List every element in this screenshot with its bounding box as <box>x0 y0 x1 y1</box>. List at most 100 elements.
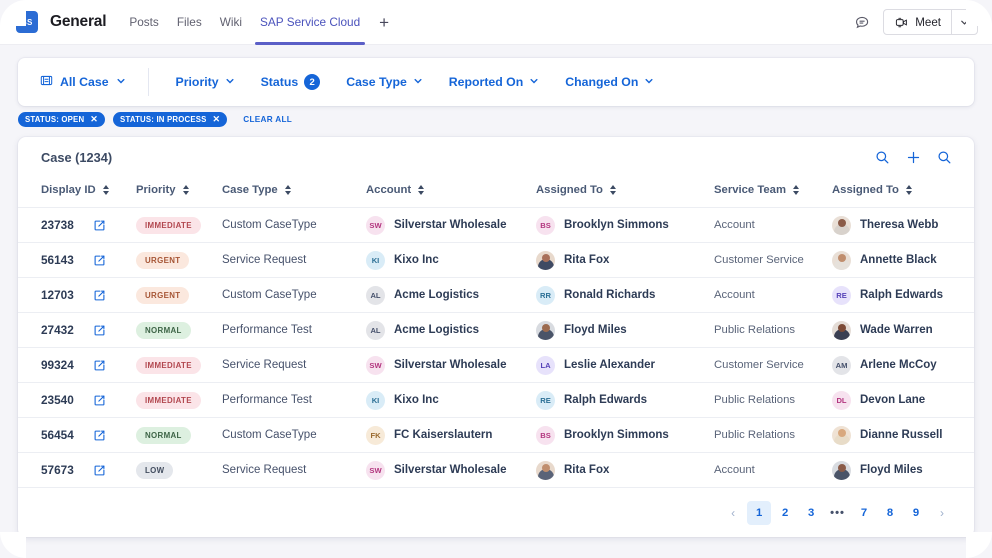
priority-badge: IMMEDIATE <box>136 391 201 409</box>
filter-changed-on[interactable]: Changed On <box>552 75 667 89</box>
column-header-case-type-2[interactable]: Case Type <box>222 178 366 208</box>
table-row[interactable]: 56143 URGENT Service Request KI Kixo Inc Rita… <box>18 242 974 278</box>
plus-icon[interactable] <box>906 150 921 165</box>
pagination-next-button[interactable]: › <box>930 501 954 525</box>
filter-label: Status <box>260 75 299 89</box>
cell-display-id[interactable]: 56143 <box>18 242 136 278</box>
open-case-icon[interactable] <box>93 219 106 232</box>
cell-assigned-to: LA Leslie Alexander <box>536 347 714 383</box>
column-header-account-3[interactable]: Account <box>366 178 536 208</box>
cell-display-id[interactable]: 99324 <box>18 347 136 383</box>
sort-icon[interactable] <box>793 185 800 195</box>
cell-service-team: Public Relations <box>714 417 832 453</box>
add-tab-button[interactable]: + <box>375 14 393 31</box>
open-case-icon[interactable] <box>93 464 106 477</box>
cell-assigned-to-2: Wade Warren <box>832 312 974 348</box>
pagination-ellipsis: ••• <box>830 507 845 519</box>
open-case-icon[interactable] <box>93 359 106 372</box>
chat-bubble-icon[interactable] <box>854 14 871 31</box>
filter-chip[interactable]: STATUS: IN PROCESS ✕ <box>113 112 228 127</box>
table-row[interactable]: 99324 IMMEDIATE Service Request SW Silversta… <box>18 347 974 383</box>
filter-reported-on[interactable]: Reported On <box>436 75 552 89</box>
meet-dropdown-button[interactable] <box>951 10 977 34</box>
cell-case-type: Performance Test <box>222 312 366 348</box>
table-row[interactable]: 56454 NORMAL Custom CaseType FK FC Kaisersla… <box>18 417 974 453</box>
service-team-value: Public Relations <box>714 324 796 336</box>
cell-account: SW Silverstar Wholesale <box>366 207 536 243</box>
case-type-value: Custom CaseType <box>222 219 317 231</box>
table-row[interactable]: 23738 IMMEDIATE Custom CaseType SW Silversta… <box>18 207 974 243</box>
sort-icon[interactable] <box>905 185 912 195</box>
sort-icon[interactable] <box>102 185 109 195</box>
tab-wiki[interactable]: Wiki <box>211 0 251 45</box>
search-icon[interactable] <box>875 150 890 165</box>
pagination-prev-button[interactable]: ‹ <box>721 501 745 525</box>
close-icon[interactable]: ✕ <box>213 115 221 124</box>
all-case-selector[interactable]: All Case <box>18 68 149 96</box>
column-header-priority-1[interactable]: Priority <box>136 178 222 208</box>
cell-service-team: Account <box>714 207 832 243</box>
open-case-icon[interactable] <box>93 289 106 302</box>
pagination-page-1[interactable]: 1 <box>747 501 772 525</box>
assignee-avatar: LA <box>536 355 555 375</box>
card-header: Case (1234) <box>18 137 974 178</box>
cell-service-team: Public Relations <box>714 382 832 418</box>
table-row[interactable]: 27432 NORMAL Performance Test AL Acme Logist… <box>18 312 974 348</box>
cell-display-id[interactable]: 12703 <box>18 277 136 313</box>
cell-display-id[interactable]: 23540 <box>18 382 136 418</box>
pagination-page-3[interactable]: 3 <box>799 501 823 525</box>
cell-case-type: Custom CaseType <box>222 277 366 313</box>
meet-button[interactable]: Meet <box>884 10 951 34</box>
sort-icon[interactable] <box>182 185 189 195</box>
priority-badge: NORMAL <box>136 426 191 444</box>
column-header-service-team-5[interactable]: Service Team <box>714 178 832 208</box>
filter-chip[interactable]: STATUS: OPEN ✕ <box>18 112 106 127</box>
open-case-icon[interactable] <box>93 429 106 442</box>
column-header-label: Priority <box>136 184 176 196</box>
sort-icon[interactable] <box>418 185 425 195</box>
case-type-value: Service Request <box>222 464 307 476</box>
cell-display-id[interactable]: 57673 <box>18 452 136 488</box>
search-advanced-icon[interactable] <box>937 150 952 165</box>
open-case-icon[interactable] <box>93 254 106 267</box>
assignee-name: Brooklyn Simmons <box>564 429 669 441</box>
table-row[interactable]: 57673 LOW Service Request SW Silverstar Whol… <box>18 452 974 488</box>
table-row[interactable]: 12703 URGENT Custom CaseType AL Acme Logisti… <box>18 277 974 313</box>
account-name: Silverstar Wholesale <box>394 359 507 371</box>
case-table-card: Case (1234) Display ID Priority Case Typ… <box>18 137 974 537</box>
chevron-down-icon <box>413 75 423 89</box>
column-header-assigned-to-6[interactable]: Assigned To <box>832 178 974 208</box>
cell-display-id[interactable]: 27432 <box>18 312 136 348</box>
pagination-page-8[interactable]: 8 <box>878 501 902 525</box>
tab-files[interactable]: Files <box>168 0 211 45</box>
priority-badge: LOW <box>136 461 174 479</box>
pagination-page-7[interactable]: 7 <box>852 501 876 525</box>
assignee-2-name: Floyd Miles <box>860 464 923 476</box>
cell-account: KI Kixo Inc <box>366 382 536 418</box>
table-row[interactable]: 23540 IMMEDIATE Performance Test KI Kixo Inc… <box>18 382 974 418</box>
filter-options: Priority Status 2 Case Type Reported On Chang… <box>149 74 668 90</box>
sort-icon[interactable] <box>284 185 291 195</box>
column-header-assigned-to-4[interactable]: Assigned To <box>536 178 714 208</box>
service-team-value: Account <box>714 219 755 231</box>
filter-status[interactable]: Status 2 <box>248 74 334 90</box>
clear-all-button[interactable]: CLEAR ALL <box>243 115 292 124</box>
cell-service-team: Public Relations <box>714 312 832 348</box>
pagination-page-9[interactable]: 9 <box>904 501 928 525</box>
pagination-page-2[interactable]: 2 <box>773 501 797 525</box>
tab-posts[interactable]: Posts <box>120 0 168 45</box>
assignee-2-avatar <box>832 425 851 445</box>
filter-case-type[interactable]: Case Type <box>333 75 436 89</box>
filter-priority[interactable]: Priority <box>163 75 248 89</box>
open-case-icon[interactable] <box>93 394 106 407</box>
cell-display-id[interactable]: 23738 <box>18 207 136 243</box>
close-icon[interactable]: ✕ <box>90 115 98 124</box>
tab-sap-service-cloud[interactable]: SAP Service Cloud <box>251 0 369 45</box>
assignee-avatar: BS <box>536 215 555 235</box>
assignee-avatar: BS <box>536 425 555 445</box>
filter-bar: All Case Priority Status 2 Case Type Reporte… <box>18 58 974 106</box>
cell-display-id[interactable]: 56454 <box>18 417 136 453</box>
sort-icon[interactable] <box>609 185 616 195</box>
open-case-icon[interactable] <box>93 324 106 337</box>
column-header-display-id-0[interactable]: Display ID <box>18 178 136 208</box>
